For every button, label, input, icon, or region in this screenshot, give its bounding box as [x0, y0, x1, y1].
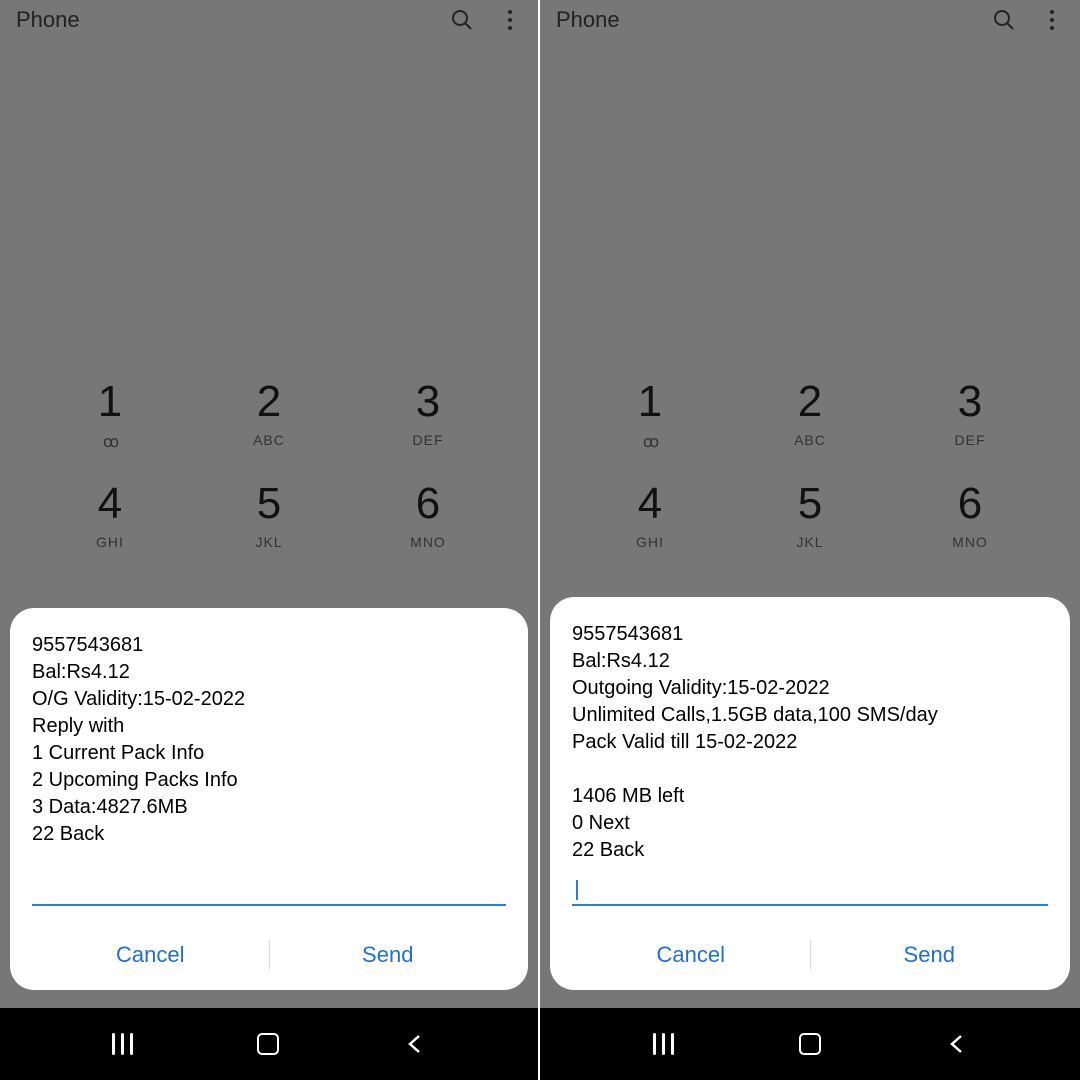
- send-button[interactable]: Send: [270, 936, 507, 974]
- app-title: Phone: [556, 7, 992, 33]
- voicemail-icon: ꝏ: [590, 432, 710, 452]
- recents-button[interactable]: [112, 1033, 133, 1055]
- voicemail-icon: ꝏ: [50, 432, 170, 452]
- dial-key-4[interactable]: 4GHI: [50, 482, 170, 550]
- dial-key-1[interactable]: 1ꝏ: [50, 380, 170, 452]
- ussd-input-wrap: [572, 878, 1048, 906]
- ussd-dialog: 9557543681 Bal:Rs4.12 Outgoing Validity:…: [550, 597, 1070, 990]
- app-top-bar: Phone: [0, 0, 538, 40]
- search-icon[interactable]: [992, 8, 1016, 32]
- phone-screen-right: Phone 1ꝏ 2ABC 3DEF 4GHI 5JKL 6MNO: [540, 0, 1080, 1080]
- cancel-button[interactable]: Cancel: [32, 936, 269, 974]
- home-button[interactable]: [257, 1033, 279, 1055]
- dial-key-5[interactable]: 5JKL: [209, 482, 329, 550]
- cancel-button[interactable]: Cancel: [572, 936, 810, 974]
- dial-key-2[interactable]: 2ABC: [750, 380, 870, 452]
- ussd-actions: Cancel Send: [32, 936, 506, 974]
- dial-key-3[interactable]: 3DEF: [368, 380, 488, 452]
- back-button[interactable]: [404, 1033, 426, 1055]
- dial-key-5[interactable]: 5JKL: [750, 482, 870, 550]
- dial-key-3[interactable]: 3DEF: [910, 380, 1030, 452]
- menu-icon[interactable]: [1040, 8, 1064, 32]
- menu-icon[interactable]: [498, 8, 522, 32]
- system-nav-bar: [540, 1008, 1080, 1080]
- top-bar-actions: [992, 8, 1064, 32]
- recents-button[interactable]: [653, 1033, 674, 1055]
- top-bar-actions: [450, 8, 522, 32]
- dialpad: 1ꝏ 2ABC 3DEF 4GHI 5JKL 6MNO: [540, 380, 1080, 580]
- ussd-dialog: 9557543681 Bal:Rs4.12 O/G Validity:15-02…: [10, 608, 528, 990]
- ussd-message: 9557543681 Bal:Rs4.12 O/G Validity:15-02…: [32, 632, 506, 848]
- system-nav-bar: [0, 1008, 538, 1080]
- app-top-bar: Phone: [540, 0, 1080, 40]
- dial-key-1[interactable]: 1ꝏ: [590, 380, 710, 452]
- dial-key-6[interactable]: 6MNO: [368, 482, 488, 550]
- ussd-actions: Cancel Send: [572, 936, 1048, 974]
- search-icon[interactable]: [450, 8, 474, 32]
- dial-key-2[interactable]: 2ABC: [209, 380, 329, 452]
- ussd-message: 9557543681 Bal:Rs4.12 Outgoing Validity:…: [572, 621, 1048, 864]
- back-button[interactable]: [946, 1033, 968, 1055]
- send-button[interactable]: Send: [811, 936, 1049, 974]
- phone-screen-left: Phone 1ꝏ 2ABC 3DEF 4GHI 5JKL 6MNO: [0, 0, 540, 1080]
- dial-key-4[interactable]: 4GHI: [590, 482, 710, 550]
- app-title: Phone: [16, 7, 450, 33]
- home-button[interactable]: [799, 1033, 821, 1055]
- dial-key-6[interactable]: 6MNO: [910, 482, 1030, 550]
- ussd-reply-input[interactable]: [572, 878, 1048, 906]
- ussd-reply-input[interactable]: [32, 878, 506, 906]
- text-cursor: [576, 880, 578, 900]
- dialpad: 1ꝏ 2ABC 3DEF 4GHI 5JKL 6MNO: [0, 380, 538, 580]
- ussd-input-wrap: [32, 878, 506, 906]
